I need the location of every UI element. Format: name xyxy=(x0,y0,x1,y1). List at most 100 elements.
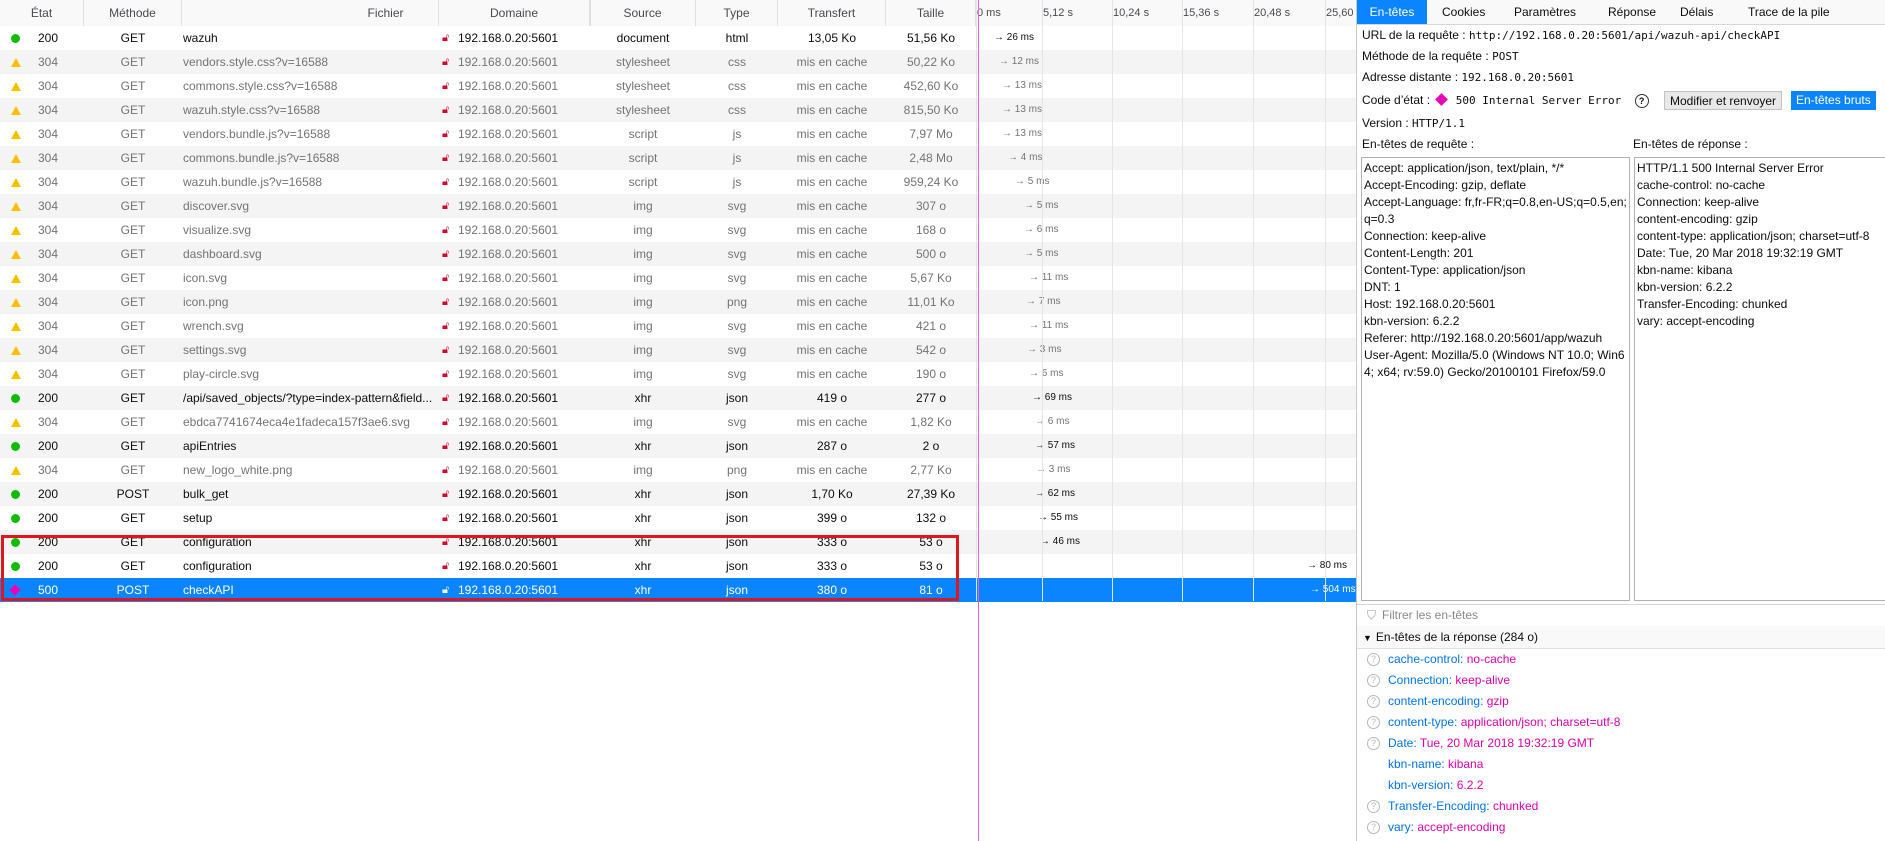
table-row[interactable]: 200 GET setup 🔓︎ 192.168.0.20:5601 xhr json 399… xyxy=(0,506,1356,530)
table-row[interactable]: 304 GET settings.svg 🔓︎ 192.168.0.20:5601 img… xyxy=(0,338,1356,362)
timing-label: → 69 ms xyxy=(1032,392,1073,403)
cached-warning-icon xyxy=(11,106,21,115)
table-row[interactable]: 200 GET/api/saved_objects/?type=index-pat… xyxy=(0,386,1356,410)
response-header-row[interactable]: ? Connection: keep-alive xyxy=(1357,670,1885,691)
col-type[interactable]: Type xyxy=(696,0,778,26)
status-code: 304 xyxy=(38,271,59,285)
version-label: Version : xyxy=(1362,116,1409,130)
waterfall-cell: → 7 ms xyxy=(976,290,1356,314)
table-row[interactable]: 304 GET wrench.svg 🔓︎ 192.168.0.20:5601 img sv… xyxy=(0,314,1356,338)
table-row[interactable]: 304 GET vendors.style.css?v=16588 🔓︎ 192.168… xyxy=(0,50,1356,74)
domain-cell: 🔓︎ 192.168.0.20:5601 xyxy=(438,386,590,410)
method-cell: GET xyxy=(120,295,146,309)
header-value: gzip xyxy=(1486,694,1509,708)
help-icon[interactable]: ? xyxy=(1367,716,1380,730)
table-row[interactable]: 304 GET icon.svg 🔓︎ 192.168.0.20:5601 img svg m… xyxy=(0,266,1356,290)
table-row[interactable]: 304 GET wazuh.style.css?v=16588 🔓︎ 192.168.0… xyxy=(0,98,1356,122)
table-row[interactable]: 200 POST bulk_get 🔓︎ 192.168.0.20:5601 xhr jso… xyxy=(0,482,1356,506)
status-code: 304 xyxy=(38,415,59,429)
source-cell: img xyxy=(633,367,653,381)
size-cell: 421 o xyxy=(915,319,947,333)
cached-warning-icon xyxy=(11,418,21,427)
request-url[interactable]: http://192.168.0.20:5601/api/wazuh-api/c… xyxy=(1469,29,1780,42)
col-method[interactable]: Méthode xyxy=(84,0,182,26)
help-icon[interactable]: ? xyxy=(1367,737,1380,751)
source-cell: xhr xyxy=(634,583,652,597)
edit-resend-button[interactable]: Modifier et renvoyer xyxy=(1664,91,1783,110)
domain-text: 192.168.0.20:5601 xyxy=(458,295,559,309)
source-cell: stylesheet xyxy=(615,103,671,117)
response-headers-section[interactable]: ▼ En-têtes de la réponse (284 o) xyxy=(1357,626,1885,649)
table-row[interactable]: 200 GET wazuh 🔓︎ 192.168.0.20:5601 document ht… xyxy=(0,26,1356,50)
tab-headers[interactable]: En-têtes xyxy=(1357,0,1427,24)
help-icon[interactable]: ? xyxy=(1367,800,1380,814)
status-cell: 200 xyxy=(0,26,84,50)
transfer-cell: 333 o xyxy=(816,535,848,549)
table-row[interactable]: 200 GET apiEntries 🔓︎ 192.168.0.20:5601 xhr js… xyxy=(0,434,1356,458)
col-domain[interactable]: Domaine xyxy=(438,0,590,26)
header-name: vary: xyxy=(1388,820,1415,834)
table-row[interactable]: 304 GET new_logo_white.png 🔓︎ 192.168.0.20:5… xyxy=(0,458,1356,482)
col-source[interactable]: Source xyxy=(590,0,696,26)
status-cell: 200 xyxy=(0,434,84,458)
table-row[interactable]: 304 GET discover.svg 🔓︎ 192.168.0.20:5601 img… xyxy=(0,194,1356,218)
size-cell: 11,01 Ko xyxy=(907,295,955,309)
insecure-lock-icon: 🔓︎ xyxy=(442,32,450,44)
status-code: 200 xyxy=(38,559,59,573)
source-cell: script xyxy=(628,175,658,189)
tab-stack-trace[interactable]: Trace de la pile xyxy=(1745,0,1830,24)
response-header-row[interactable]: ? Transfer-Encoding: chunked xyxy=(1357,796,1885,817)
insecure-lock-icon: 🔓︎ xyxy=(442,272,450,284)
help-icon[interactable]: ? xyxy=(1634,94,1649,108)
domain-text: 192.168.0.20:5601 xyxy=(458,439,559,453)
table-row[interactable]: 304 GET ebdca7741674eca4e1fadeca157f3ae6.s… xyxy=(0,410,1356,434)
help-icon[interactable]: ? xyxy=(1367,695,1380,709)
response-header-row[interactable]: kbn-version: 6.2.2 xyxy=(1357,775,1885,796)
table-row[interactable]: 304 GET commons.style.css?v=16588 🔓︎ 192.168… xyxy=(0,74,1356,98)
table-row[interactable]: 200 GET configuration 🔓︎ 192.168.0.20:5601 xh… xyxy=(0,554,1356,578)
tab-timings[interactable]: Délais xyxy=(1677,0,1713,24)
table-row[interactable]: 304 GET vendors.bundle.js?v=16588 🔓︎ 192.168… xyxy=(0,122,1356,146)
col-transfer[interactable]: Transfert xyxy=(778,0,886,26)
table-row[interactable]: 304 GET play-circle.svg 🔓︎ 192.168.0.20:5601… xyxy=(0,362,1356,386)
transfer-cell: 333 o xyxy=(816,559,848,573)
response-header-row[interactable]: ? content-encoding: gzip xyxy=(1357,691,1885,712)
waterfall-cell: → 11 ms xyxy=(976,266,1356,290)
tab-params[interactable]: Paramètres xyxy=(1511,0,1576,24)
raw-headers-button[interactable]: En-têtes bruts xyxy=(1791,91,1876,110)
tab-cookies[interactable]: Cookies xyxy=(1439,0,1485,24)
raw-response-headers[interactable]: HTTP/1.1 500 Internal Server Error cache-… xyxy=(1634,157,1885,601)
transfer-cell: mis en cache xyxy=(796,151,868,165)
table-row[interactable]: 304 GET commons.bundle.js?v=16588 🔓︎ 192.168… xyxy=(0,146,1356,170)
col-size[interactable]: Taille xyxy=(886,0,976,26)
table-row[interactable]: 304 GET wazuh.bundle.js?v=16588 🔓︎ 192.168.0… xyxy=(0,170,1356,194)
filter-headers-input[interactable]: ⛉ Filtrer les en-têtes xyxy=(1357,604,1885,627)
domain-text: 192.168.0.20:5601 xyxy=(458,343,559,357)
insecure-lock-icon: 🔓︎ xyxy=(442,320,450,332)
help-icon[interactable]: ? xyxy=(1367,821,1380,835)
details-panel: En-têtes Cookies Paramètres Réponse Délais Tr… xyxy=(1356,0,1885,841)
file-cell: icon.svg xyxy=(183,271,228,285)
table-row[interactable]: 304 GET icon.png 🔓︎ 192.168.0.20:5601 img png m… xyxy=(0,290,1356,314)
response-header-row[interactable]: ? vary: accept-encoding xyxy=(1357,817,1885,838)
timeline-gridline xyxy=(976,0,977,601)
response-header-row[interactable]: ? cache-control: no-cache xyxy=(1357,649,1885,670)
help-icon[interactable]: ? xyxy=(1367,653,1380,667)
domain-cell: 🔓︎ 192.168.0.20:5601 xyxy=(438,458,590,482)
response-header-row[interactable]: kbn-name: kibana xyxy=(1357,754,1885,775)
table-row[interactable]: 304 GET visualize.svg 🔓︎ 192.168.0.20:5601 im… xyxy=(0,218,1356,242)
table-row[interactable]: 304 GET dashboard.svg 🔓︎ 192.168.0.20:5601 im… xyxy=(0,242,1356,266)
transfer-cell: 380 o xyxy=(816,583,848,597)
response-header-row[interactable]: ? Date: Tue, 20 Mar 2018 19:32:19 GMT xyxy=(1357,733,1885,754)
response-header-row[interactable]: ? content-type: application/json; charset… xyxy=(1357,712,1885,733)
tab-response[interactable]: Réponse xyxy=(1605,0,1656,24)
table-row[interactable]: 500 POST checkAPI 🔓︎ 192.168.0.20:5601 xhr jso… xyxy=(0,578,1356,602)
source-cell: xhr xyxy=(634,511,652,525)
timeline-tick: 0 ms xyxy=(977,7,1001,19)
raw-request-headers[interactable]: Accept: application/json, text/plain, */… xyxy=(1361,157,1630,601)
domain-cell: 🔓︎ 192.168.0.20:5601 xyxy=(438,314,590,338)
timing-label: → 11 ms xyxy=(1029,272,1069,283)
col-status[interactable]: État xyxy=(0,0,84,26)
table-row[interactable]: 200 GET configuration 🔓︎ 192.168.0.20:5601 xh… xyxy=(0,530,1356,554)
help-icon[interactable]: ? xyxy=(1367,674,1380,688)
